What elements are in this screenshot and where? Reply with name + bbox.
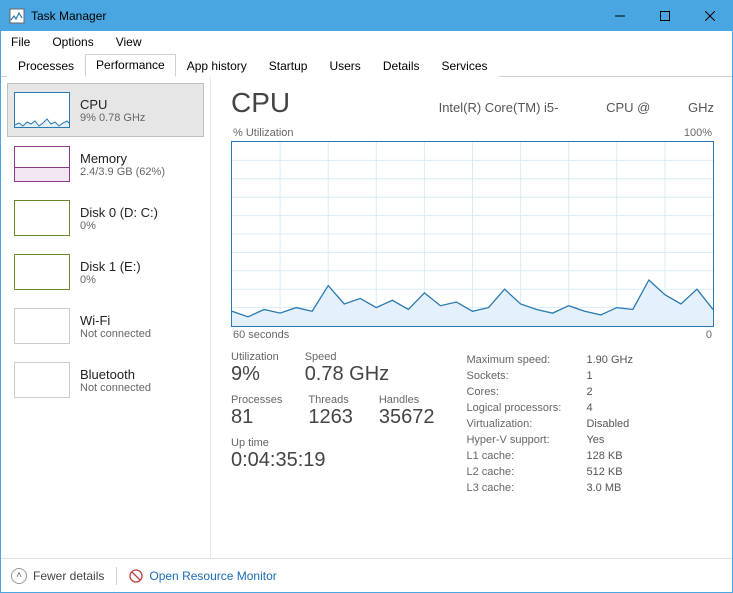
main-heading: CPU: [231, 87, 290, 119]
minimize-button[interactable]: [597, 2, 642, 30]
processes-value: 81: [231, 406, 282, 429]
sidebar-wifi-sub: Not connected: [80, 328, 151, 340]
sidebar-item-disk1[interactable]: Disk 1 (E:) 0%: [7, 245, 204, 299]
speed-value: 0.78 GHz: [305, 363, 389, 386]
fewer-details-label: Fewer details: [33, 569, 104, 583]
l1-key: L1 cache:: [466, 449, 584, 463]
perf-sidebar: CPU 9% 0.78 GHz Memory 2.4/3.9 GB (62%) …: [1, 77, 211, 558]
sidebar-item-memory[interactable]: Memory 2.4/3.9 GB (62%): [7, 137, 204, 191]
sockets-val: 1: [586, 369, 640, 383]
tab-performance[interactable]: Performance: [85, 54, 176, 77]
tab-processes[interactable]: Processes: [7, 55, 85, 77]
resource-monitor-icon: [129, 569, 143, 583]
l3-key: L3 cache:: [466, 481, 584, 495]
menu-file[interactable]: File: [7, 33, 34, 51]
speed-label: Speed: [305, 351, 389, 363]
uptime-value: 0:04:35:19: [231, 449, 434, 472]
virt-val: Disabled: [586, 417, 640, 431]
sidebar-disk1-sub: 0%: [80, 274, 141, 286]
stats-right: Maximum speed:1.90 GHz Sockets:1 Cores:2…: [464, 351, 642, 497]
sidebar-bt-sub: Not connected: [80, 382, 151, 394]
window-title: Task Manager: [31, 9, 597, 23]
l3-val: 3.0 MB: [586, 481, 640, 495]
hv-val: Yes: [586, 433, 640, 447]
memory-thumb-icon: [14, 146, 70, 182]
tab-strip: Processes Performance App history Startu…: [1, 53, 732, 77]
tab-services[interactable]: Services: [431, 55, 499, 77]
handles-value: 35672: [379, 406, 435, 429]
cores-val: 2: [586, 385, 640, 399]
menu-options[interactable]: Options: [48, 33, 97, 51]
l1-val: 128 KB: [586, 449, 640, 463]
maximize-button[interactable]: [642, 2, 687, 30]
close-button[interactable]: [687, 2, 732, 30]
chart-bot-right-label: 0: [706, 329, 712, 341]
sidebar-disk1-label: Disk 1 (E:): [80, 259, 141, 274]
threads-label: Threads: [308, 394, 353, 406]
sidebar-cpu-sub: 9% 0.78 GHz: [80, 112, 145, 124]
chart-bot-left-label: 60 seconds: [233, 329, 289, 341]
cpu-utilization-chart: [231, 141, 714, 327]
menu-view[interactable]: View: [112, 33, 146, 51]
open-resource-monitor-link[interactable]: Open Resource Monitor: [129, 569, 276, 583]
virt-key: Virtualization:: [466, 417, 584, 431]
sockets-key: Sockets:: [466, 369, 584, 383]
sidebar-item-disk0[interactable]: Disk 0 (D: C:) 0%: [7, 191, 204, 245]
l2-val: 512 KB: [586, 465, 640, 479]
sidebar-disk0-label: Disk 0 (D: C:): [80, 205, 158, 220]
sidebar-cpu-label: CPU: [80, 97, 145, 112]
task-manager-window: Task Manager File Options View Processes…: [0, 0, 733, 593]
max-speed-key: Maximum speed:: [466, 353, 584, 367]
stats-area: Utilization 9% Speed 0.78 GHz Processes …: [231, 351, 714, 497]
bluetooth-thumb-icon: [14, 362, 70, 398]
max-speed-val: 1.90 GHz: [586, 353, 640, 367]
footer-separator: [116, 567, 117, 585]
menu-bar: File Options View: [1, 31, 732, 53]
sidebar-disk0-sub: 0%: [80, 220, 158, 232]
cpu-model: Intel(R) Core(TM) i5- CPU @ GHz: [439, 100, 714, 115]
chart-top-right-label: 100%: [684, 127, 712, 139]
cores-key: Cores:: [466, 385, 584, 399]
tab-app-history[interactable]: App history: [176, 55, 258, 77]
window-controls: [597, 2, 732, 30]
sidebar-bt-label: Bluetooth: [80, 367, 151, 382]
threads-value: 1263: [308, 406, 353, 429]
chart-top-left-label: % Utilization: [233, 127, 294, 139]
app-icon: [9, 8, 25, 24]
sidebar-item-bluetooth[interactable]: Bluetooth Not connected: [7, 353, 204, 407]
open-resource-monitor-label: Open Resource Monitor: [149, 569, 276, 583]
sidebar-memory-label: Memory: [80, 151, 165, 166]
disk0-thumb-icon: [14, 200, 70, 236]
fewer-details-button[interactable]: ˄ Fewer details: [11, 568, 104, 584]
titlebar[interactable]: Task Manager: [1, 1, 732, 31]
handles-label: Handles: [379, 394, 435, 406]
uptime-label: Up time: [231, 437, 434, 449]
content-area: CPU 9% 0.78 GHz Memory 2.4/3.9 GB (62%) …: [1, 77, 732, 558]
sidebar-item-wifi[interactable]: Wi-Fi Not connected: [7, 299, 204, 353]
sidebar-wifi-label: Wi-Fi: [80, 313, 151, 328]
cpu-thumb-icon: [14, 92, 70, 128]
lps-val: 4: [586, 401, 640, 415]
main-panel: CPU Intel(R) Core(TM) i5- CPU @ GHz % Ut…: [211, 77, 732, 558]
hv-key: Hyper-V support:: [466, 433, 584, 447]
tab-users[interactable]: Users: [318, 55, 371, 77]
lps-key: Logical processors:: [466, 401, 584, 415]
utilization-value: 9%: [231, 363, 279, 386]
disk1-thumb-icon: [14, 254, 70, 290]
sidebar-item-cpu[interactable]: CPU 9% 0.78 GHz: [7, 83, 204, 137]
sidebar-memory-sub: 2.4/3.9 GB (62%): [80, 166, 165, 178]
footer-bar: ˄ Fewer details Open Resource Monitor: [1, 558, 732, 592]
chevron-up-icon: ˄: [11, 568, 27, 584]
wifi-thumb-icon: [14, 308, 70, 344]
utilization-label: Utilization: [231, 351, 279, 363]
processes-label: Processes: [231, 394, 282, 406]
tab-details[interactable]: Details: [372, 55, 431, 77]
l2-key: L2 cache:: [466, 465, 584, 479]
tab-startup[interactable]: Startup: [258, 55, 319, 77]
